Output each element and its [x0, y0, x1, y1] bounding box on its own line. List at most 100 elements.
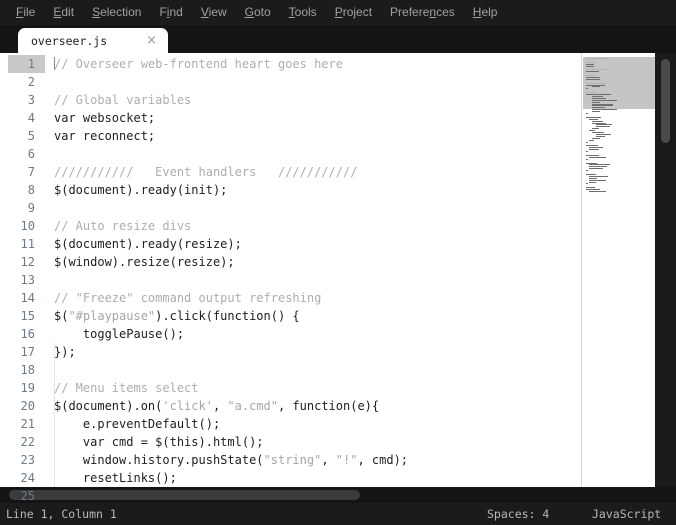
horizontal-scrollbar-track[interactable] [0, 487, 676, 503]
code-line[interactable]: 5 var reconnect; [0, 127, 581, 145]
minimap-line [586, 62, 597, 63]
minimap-line [592, 102, 600, 103]
minimap-line [586, 66, 594, 67]
minimap-line [589, 164, 611, 165]
vertical-scrollbar-thumb[interactable] [661, 59, 670, 143]
code-line[interactable]: 19 // Menu items select [0, 379, 581, 397]
menu-item-project[interactable]: Project [326, 0, 381, 25]
code-line[interactable]: 15 $("#playpause").click(function() { [0, 307, 581, 325]
minimap-line [586, 75, 597, 76]
menu-item-goto[interactable]: Goto [236, 0, 280, 25]
vertical-scrollbar-track[interactable] [655, 53, 676, 503]
code-line[interactable]: 1 // Overseer web-frontend heart goes her… [0, 55, 581, 73]
code-line[interactable]: 7 /////////// Event handlers /////////// [0, 163, 581, 181]
minimap-line [586, 64, 594, 65]
line-number: 20 [20, 399, 35, 413]
code-text: var cmd = $(this).html(); [54, 435, 264, 449]
minimap-line [586, 83, 607, 84]
line-number: 11 [20, 237, 35, 251]
line-number: 21 [20, 417, 35, 431]
code-text: window.history.pushState("string", "!", … [54, 453, 409, 467]
menu-item-preferences[interactable]: Preferences [381, 0, 464, 25]
menu-item-edit[interactable]: Edit [44, 0, 83, 25]
line-number: 17 [20, 345, 35, 359]
code-line[interactable]: 11 $(document).ready(resize); [0, 235, 581, 253]
code-line[interactable]: 2 [0, 73, 581, 91]
code-line[interactable]: 24 resetLinks(); [0, 469, 581, 487]
editor-area: 1 // Overseer web-frontend heart goes her… [0, 53, 676, 503]
code-line[interactable]: 17}); [0, 343, 581, 361]
minimap-line [586, 174, 596, 175]
minimap-line [592, 132, 605, 133]
line-number: 23 [20, 453, 35, 467]
line-number: 14 [20, 291, 35, 305]
minimap-line [586, 77, 601, 78]
line-number: 16 [20, 327, 35, 341]
minimap-line [592, 86, 601, 87]
code-text: $(window).resize(resize); [54, 255, 235, 269]
minimap-line [592, 111, 600, 112]
menu-item-help[interactable]: Help [464, 0, 507, 25]
minimap-line [586, 71, 600, 72]
menu-item-find[interactable]: Find [150, 0, 191, 25]
code-line[interactable]: 3 // Global variables [0, 91, 581, 109]
minimap-line [592, 109, 617, 110]
minimap-line [589, 178, 597, 179]
horizontal-scrollbar-thumb[interactable] [9, 490, 360, 500]
indent-setting[interactable]: Spaces: 4 [487, 507, 549, 521]
menu-item-view[interactable]: View [192, 0, 236, 25]
minimap-line [586, 151, 589, 152]
code-text: $(document).ready(init); [54, 183, 228, 197]
minimap-line [589, 180, 606, 181]
code-text: }); [54, 345, 76, 359]
minimap[interactable] [583, 53, 661, 503]
line-number: 12 [20, 255, 35, 269]
menu-item-file[interactable]: File [7, 0, 44, 25]
code-line[interactable]: 13 [0, 271, 581, 289]
minimap-line [586, 58, 608, 59]
line-number: 18 [20, 363, 35, 377]
code-text: $(document).ready(resize); [54, 237, 242, 251]
minimap-line [586, 189, 601, 190]
minimap-line [589, 157, 606, 158]
code-line[interactable]: 8 $(document).ready(init); [0, 181, 581, 199]
minimap-line [592, 138, 601, 139]
code-line[interactable]: 6 [0, 145, 581, 163]
minimap-line [589, 140, 594, 141]
code-line[interactable]: 4 var websocket; [0, 109, 581, 127]
minimap-line [595, 124, 613, 125]
code-pane[interactable]: 1 // Overseer web-frontend heart goes her… [0, 53, 581, 503]
minimap-line [595, 134, 611, 135]
code-line[interactable]: 23 window.history.pushState("string", "!… [0, 451, 581, 469]
syntax-mode[interactable]: JavaScript [592, 507, 661, 521]
tab-overseer-js[interactable]: overseer.js × [18, 28, 168, 53]
cursor-position: Line 1, Column 1 [6, 507, 117, 521]
close-icon[interactable]: × [146, 34, 168, 47]
code-text: // Auto resize divs [54, 219, 192, 233]
code-line[interactable]: 21 e.preventDefault(); [0, 415, 581, 433]
minimap-divider [581, 53, 582, 503]
code-line[interactable]: 16 togglePause(); [0, 325, 581, 343]
minimap-line [595, 136, 606, 137]
code-line[interactable]: 18 [0, 361, 581, 379]
code-line[interactable]: 10 // Auto resize divs [0, 217, 581, 235]
code-line[interactable]: 20 $(document).on('click', "a.cmd", funct… [0, 397, 581, 415]
code-line[interactable]: 14 // "Freeze" command output refreshing [0, 289, 581, 307]
code-text: // "Freeze" command output refreshing [54, 291, 322, 305]
minimap-line [586, 69, 610, 70]
code-line[interactable]: 22 var cmd = $(this).html(); [0, 433, 581, 451]
code-line[interactable]: 9 [0, 199, 581, 217]
minimap-line [592, 98, 607, 99]
code-text: e.preventDefault(); [54, 417, 221, 431]
menu-item-tools[interactable]: Tools [280, 0, 326, 25]
tab-bar: overseer.js × [0, 25, 676, 53]
code-text: $(document).on('click', "a.cmd", functio… [54, 399, 380, 413]
menu-item-selection[interactable]: Selection [83, 0, 150, 25]
code-line[interactable]: 12 $(window).resize(resize); [0, 253, 581, 271]
minimap-line [586, 94, 611, 95]
code-text: // Overseer web-frontend heart goes here [54, 57, 343, 71]
code-text: /////////// Event handlers /////////// [54, 165, 358, 179]
code-text: var reconnect; [54, 129, 156, 143]
code-text: togglePause(); [54, 327, 185, 341]
minimap-line [595, 126, 610, 127]
